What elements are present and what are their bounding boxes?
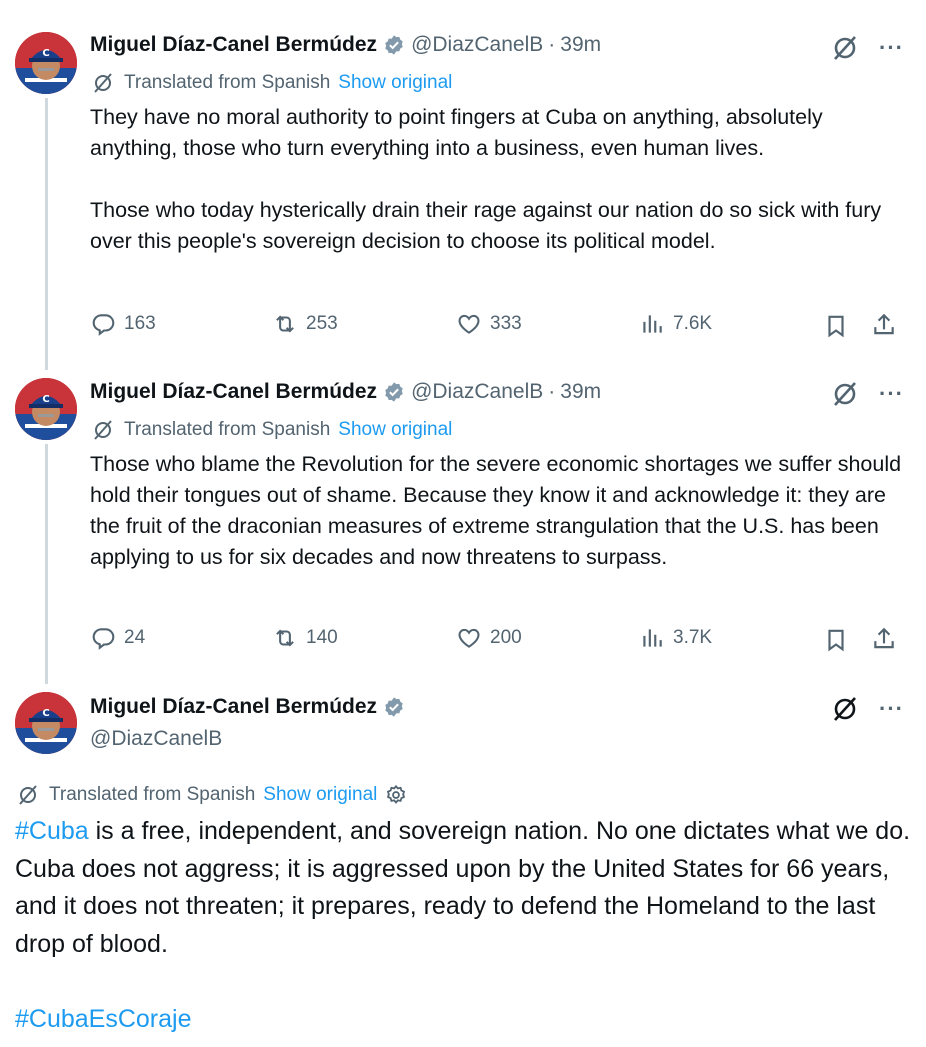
repost-count: 140: [306, 627, 338, 648]
author-name[interactable]: Miguel Díaz-Canel Bermúdez: [90, 33, 377, 57]
tweet-actions: 163 253 333 7.6K: [90, 311, 904, 341]
verified-badge-icon[interactable]: [383, 696, 405, 718]
reply-button[interactable]: 163: [90, 311, 156, 337]
grok-translate-icon[interactable]: [831, 34, 859, 62]
repost-button[interactable]: 253: [272, 311, 338, 337]
tweet-text: Those who blame the Revolution for the s…: [90, 452, 908, 569]
avatar[interactable]: C: [15, 378, 77, 440]
header-actions: ···: [831, 380, 904, 408]
reply-count: 163: [124, 313, 156, 334]
verified-badge-icon[interactable]: [383, 381, 405, 403]
reply-count: 24: [124, 627, 146, 648]
reply-button[interactable]: 24: [90, 625, 145, 651]
reply-icon: [92, 628, 115, 650]
reply-icon: [92, 314, 115, 336]
hashtag-link[interactable]: #CubaEsCoraje: [15, 1005, 192, 1033]
repost-icon: [276, 629, 294, 647]
repost-button[interactable]: 140: [272, 625, 338, 651]
translation-notice: Translated from Spanish Show original: [92, 72, 452, 94]
share-icon[interactable]: [871, 312, 897, 338]
grok-translate-icon: [19, 785, 37, 805]
views-button[interactable]: 7.6K: [639, 311, 712, 337]
main-tweet-text: #Cuba is a free, independent, and sovere…: [15, 813, 915, 963]
views-button[interactable]: 3.7K: [639, 625, 712, 651]
bookmark-icon[interactable]: [823, 627, 849, 653]
svg-text:C: C: [42, 708, 49, 719]
more-icon[interactable]: ···: [879, 37, 904, 59]
avatar[interactable]: C: [15, 32, 77, 94]
separator: ·: [548, 33, 556, 56]
thread-line: [45, 444, 48, 684]
translated-label: Translated from Spanish: [124, 419, 331, 440]
svg-text:C: C: [42, 394, 49, 405]
views-count: 7.6K: [673, 313, 713, 334]
more-icon[interactable]: ···: [879, 698, 904, 720]
author-name[interactable]: Miguel Díaz-Canel Bermúdez: [90, 380, 377, 404]
grok-translate-icon: [94, 73, 112, 93]
avatar[interactable]: C: [15, 692, 77, 754]
share-icon[interactable]: [871, 626, 897, 652]
repost-icon: [276, 315, 294, 333]
like-icon: [458, 314, 480, 334]
header-actions: ···: [831, 34, 904, 62]
tweet-actions: 24 140 200 3.7K: [90, 625, 904, 655]
hashtag-link[interactable]: #Cuba: [15, 817, 89, 845]
like-icon: [458, 628, 480, 648]
author-name[interactable]: Miguel Díaz-Canel Bermúdez: [90, 695, 377, 719]
translation-notice: Translated from Spanish Show original: [17, 784, 407, 806]
timestamp[interactable]: 39m: [560, 33, 601, 57]
like-count: 333: [490, 313, 522, 334]
verified-badge-icon[interactable]: [383, 34, 405, 56]
svg-text:C: C: [42, 48, 49, 59]
translated-label: Translated from Spanish: [124, 72, 331, 93]
tweet-header: Miguel Díaz-Canel Bermúdez: [90, 695, 405, 719]
settings-gear-icon[interactable]: [385, 784, 407, 806]
translation-notice: Translated from Spanish Show original: [92, 419, 452, 441]
tweet-header: Miguel Díaz-Canel Bermúdez @DiazCanelB ·…: [90, 380, 601, 404]
show-original-link[interactable]: Show original: [338, 419, 452, 441]
repost-count: 253: [306, 313, 338, 334]
views-icon: [643, 315, 662, 333]
grok-translate-icon: [94, 420, 112, 440]
show-original-link[interactable]: Show original: [263, 784, 377, 806]
like-button[interactable]: 200: [456, 625, 522, 651]
like-count: 200: [490, 627, 522, 648]
more-icon[interactable]: ···: [879, 383, 904, 405]
main-tweet-hashtag-line: #CubaEsCoraje: [15, 1001, 915, 1039]
bookmark-icon[interactable]: [823, 313, 849, 339]
main-tweet-body: is a free, independent, and sovereign na…: [15, 817, 911, 958]
views-count: 3.7K: [673, 627, 713, 648]
thread-line: [45, 98, 48, 370]
handle-row: @DiazCanelB: [90, 727, 222, 751]
translated-label: Translated from Spanish: [49, 784, 256, 805]
timestamp[interactable]: 39m: [560, 380, 601, 404]
author-handle[interactable]: @DiazCanelB: [411, 380, 543, 404]
separator: ·: [548, 380, 556, 403]
header-actions: ···: [831, 695, 904, 723]
show-original-link[interactable]: Show original: [338, 72, 452, 94]
grok-translate-icon[interactable]: [831, 695, 859, 723]
tweet-text: They have no moral authority to point fi…: [90, 105, 882, 253]
author-handle[interactable]: @DiazCanelB: [90, 727, 222, 751]
tweet-header: Miguel Díaz-Canel Bermúdez @DiazCanelB ·…: [90, 33, 601, 57]
author-handle[interactable]: @DiazCanelB: [411, 33, 543, 57]
grok-translate-icon[interactable]: [831, 380, 859, 408]
like-button[interactable]: 333: [456, 311, 522, 337]
views-icon: [643, 629, 662, 647]
